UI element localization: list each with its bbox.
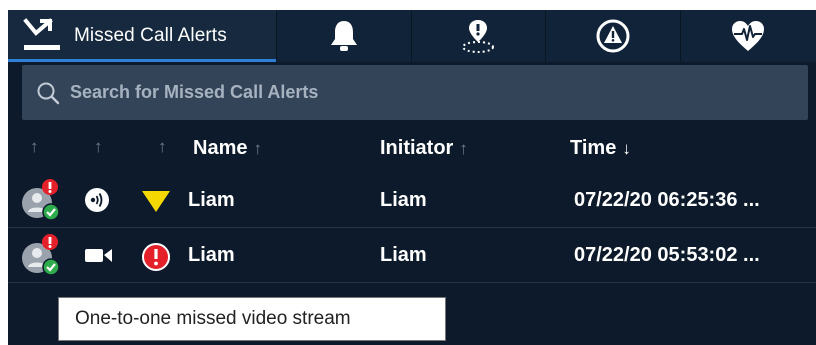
missed-call-alerts-panel: Missed Call Alerts Search for Missed Cal… <box>8 10 816 345</box>
bell-icon <box>329 19 359 53</box>
tab-alerts[interactable] <box>277 10 412 62</box>
row-name: Liam <box>188 189 235 211</box>
warning-triangle-icon <box>141 187 171 219</box>
row-time: 07/22/20 06:25:36 ... <box>574 189 760 211</box>
sort-media-type-button[interactable]: ↑ <box>94 137 103 157</box>
tab-missed-call-alerts[interactable]: Missed Call Alerts <box>8 10 278 62</box>
initiator-sort-arrow: ↑ <box>459 139 468 158</box>
sort-user-status-button[interactable]: ↑ <box>30 137 39 157</box>
table-row[interactable]: Liam Liam 07/22/20 06:25:36 ... <box>8 175 816 228</box>
geofence-icon <box>460 18 496 54</box>
tooltip-text: One-to-one missed video stream <box>75 308 351 329</box>
column-header-initiator[interactable]: Initiator ↑ <box>380 137 468 160</box>
row-time: 07/22/20 05:53:02 ... <box>574 244 760 266</box>
table-row[interactable]: Liam Liam 07/22/20 05:53:02 ... <box>8 230 816 283</box>
column-header-name-label: Name <box>193 137 248 159</box>
row-name: Liam <box>188 244 235 266</box>
search-icon <box>36 81 60 105</box>
health-monitor-icon <box>730 19 766 53</box>
row-initiator: Liam <box>380 189 427 211</box>
urgent-icon <box>141 242 171 278</box>
name-sort-arrow: ↑ <box>253 139 262 158</box>
sort-priority-button[interactable]: ↑ <box>158 137 167 157</box>
missed-call-icon <box>22 17 62 55</box>
media-type-tooltip: One-to-one missed video stream <box>58 297 446 341</box>
user-status-avatar <box>20 179 60 223</box>
search-bar <box>22 65 808 120</box>
row-initiator: Liam <box>380 244 427 266</box>
tab-health-monitor[interactable] <box>680 10 816 62</box>
tab-label: Missed Call Alerts <box>74 25 227 46</box>
tab-emergency[interactable] <box>546 10 681 62</box>
column-header-time-label: Time <box>570 137 617 159</box>
column-header-name[interactable]: Name ↑ <box>193 137 262 160</box>
user-status-avatar <box>20 234 60 278</box>
tab-geofence[interactable] <box>411 10 547 62</box>
table-header: ↑ ↑ ↑ Name ↑ Initiator ↑ Time ↓ <box>8 128 816 168</box>
tab-bar: Missed Call Alerts <box>8 10 816 62</box>
audio-icon <box>84 187 110 219</box>
search-input[interactable] <box>68 71 808 114</box>
time-sort-arrow: ↓ <box>622 139 631 158</box>
column-header-initiator-label: Initiator <box>380 137 454 159</box>
column-header-time[interactable]: Time ↓ <box>570 137 631 160</box>
video-icon <box>84 242 114 274</box>
warning-icon <box>596 19 630 53</box>
